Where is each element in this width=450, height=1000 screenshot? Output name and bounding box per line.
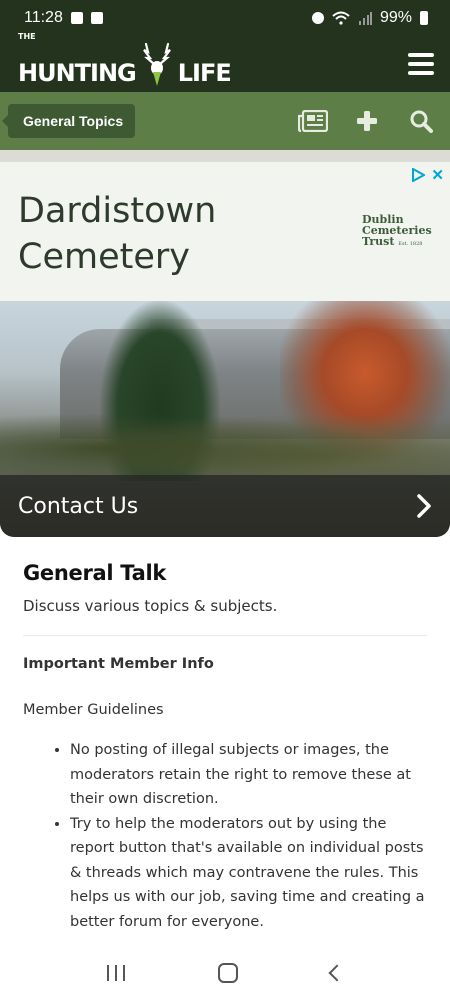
ad-choices[interactable]: ✕ [411,166,444,184]
forum-content: General Talk Discuss various topics & su… [0,537,450,934]
alarm-icon [311,12,324,24]
chevron-right-icon [417,494,431,518]
ad-close-icon[interactable]: ✕ [431,166,444,184]
recents-bar [114,965,117,981]
status-right: 99% [311,9,428,27]
ad-photo[interactable]: Contact Us [0,301,450,537]
breadcrumb-general-topics[interactable]: General Topics [1,104,136,138]
newspaper-icon [298,110,328,132]
section-divider [23,635,427,636]
whats-new-button[interactable] [298,108,328,134]
ad-brand-logo: Dublin Cemeteries Trust Est. 1828 [362,214,432,250]
ad-brand-line3: Trust Est. 1828 [362,236,432,250]
ad-brand-trust: Trust [362,235,395,248]
sub-navigation: General Topics [0,92,450,150]
subnav-actions [298,108,436,134]
ad-contact-label: Contact Us [18,493,139,519]
ad-headline[interactable]: Dardistown Cemetery [18,188,278,280]
signal-icon [358,12,372,25]
checkbox-notification-icon [90,12,103,24]
menu-bar [408,53,434,57]
important-info-heading: Important Member Info [23,656,214,672]
recent-apps-button[interactable] [106,965,125,981]
menu-bar [408,62,434,66]
ad-contact-button[interactable]: Contact Us [0,475,450,537]
ad-brand-est: Est. 1828 [398,241,423,247]
adchoices-play-icon[interactable] [411,168,426,182]
recents-bar [106,965,109,981]
battery-icon [420,11,428,25]
post-thread-button[interactable] [352,108,382,134]
site-logo[interactable]: THE HUNTING LIFE [18,32,232,87]
logo-the: THE [18,32,36,41]
menu-bar [408,71,434,75]
stag-icon [142,42,171,86]
hamburger-menu-button[interactable] [408,53,434,75]
back-button[interactable] [328,964,346,982]
status-left: 11:28 [24,9,103,27]
forum-title: General Talk [23,561,167,585]
content-top-band [0,150,450,162]
android-navigation-bar [0,946,450,1000]
forum-description: Discuss various topics & subjects. [23,597,278,615]
logo-word-left: HUNTING [18,59,137,87]
home-button[interactable] [217,963,238,983]
rule-item: Try to help the moderators out by using … [70,812,427,935]
rules-list: No posting of illegal subjects or images… [23,738,427,934]
notification-icon [70,12,83,24]
logo-word-right: LIFE [177,59,232,87]
plus-icon [357,111,377,131]
clock: 11:28 [24,9,63,26]
search-button[interactable] [406,108,436,134]
recents-bar [122,965,125,981]
rule-item: No posting of illegal subjects or images… [70,738,427,812]
status-bar: 11:28 99% [0,0,450,36]
site-header: THE HUNTING LIFE [0,32,450,92]
photo-shrubs [0,407,450,477]
search-icon [410,110,433,133]
member-guidelines-heading: Member Guidelines [23,702,164,718]
battery-percent: 99% [379,9,412,26]
wifi-icon [332,11,350,25]
advertisement-banner[interactable]: ✕ Dardistown Cemetery Dublin Cemeteries … [0,162,450,301]
